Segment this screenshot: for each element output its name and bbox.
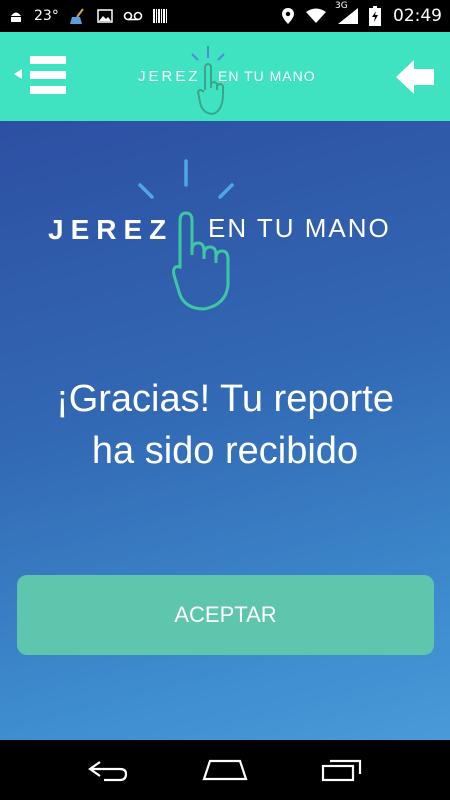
logo-left-text: JEREZ <box>48 214 173 245</box>
back-nav-icon <box>88 761 128 782</box>
temperature-text: 23° <box>34 8 59 24</box>
home-nav-icon <box>202 759 248 781</box>
voicemail-icon <box>123 10 143 22</box>
wifi-icon <box>305 8 327 24</box>
accept-button[interactable]: ACEPTAR <box>17 575 434 655</box>
android-icon <box>8 8 24 24</box>
back-button[interactable] <box>394 58 436 96</box>
status-bar: 23° 3G 02:49 <box>0 0 450 32</box>
confirmation-message: ¡Gracias! Tu reporte ha sido recibido <box>0 373 450 477</box>
location-icon <box>281 7 295 25</box>
nav-home-button[interactable] <box>200 750 250 790</box>
image-icon <box>97 8 113 24</box>
message-line-1: ¡Gracias! Tu reporte <box>56 378 394 420</box>
signal-icon: 3G <box>335 1 359 25</box>
clock-text: 02:49 <box>393 6 442 26</box>
nav-recents-button[interactable] <box>317 750 367 790</box>
cleaner-icon <box>69 7 87 25</box>
app-header: JEREZ EN TU MANO <box>0 32 450 121</box>
message-line-2: ha sido recibido <box>91 430 359 472</box>
logo-right-text: EN TU MANO <box>208 213 391 243</box>
navigation-bar <box>0 740 450 800</box>
header-logo-left-text: JEREZ <box>138 68 201 85</box>
nav-back-button[interactable] <box>83 750 133 790</box>
network-type-text: 3G <box>335 1 348 11</box>
battery-icon <box>369 6 381 26</box>
jerez-en-tu-mano-logo: JEREZ EN TU MANO <box>48 159 391 311</box>
back-arrow-icon <box>396 60 434 94</box>
menu-button[interactable] <box>12 54 68 98</box>
header-logo: JEREZ EN TU MANO <box>138 46 316 116</box>
header-logo-right-text: EN TU MANO <box>218 68 316 84</box>
recents-nav-icon <box>321 759 361 782</box>
main-content: JEREZ EN TU MANO ¡Gracias! Tu reporte ha… <box>0 121 450 740</box>
hamburger-menu-icon <box>14 56 66 94</box>
barcode-icon <box>152 8 167 24</box>
